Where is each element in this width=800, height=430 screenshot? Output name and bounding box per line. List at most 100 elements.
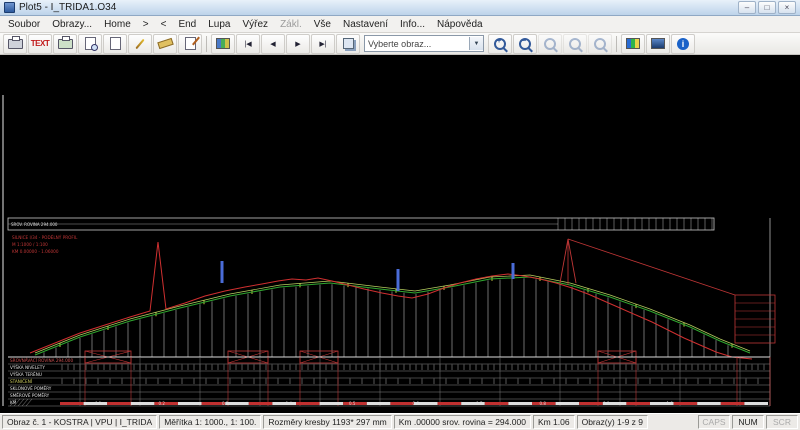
printer-icon: [8, 39, 23, 49]
zoom-window-button[interactable]: [538, 34, 562, 54]
svg-text:0.6: 0.6: [413, 401, 420, 406]
zoom-prev-button[interactable]: [563, 34, 587, 54]
zoom-in-button[interactable]: +: [488, 34, 512, 54]
menu-item-vez[interactable]: Výřez: [237, 18, 275, 31]
toolbar-separator: [616, 36, 617, 52]
chevron-down-icon[interactable]: ▼: [469, 37, 483, 50]
svg-text:VÝŠKA TERÉNU: VÝŠKA TERÉNU: [10, 372, 42, 377]
menu-item-ve[interactable]: Vše: [308, 18, 337, 31]
monitor-icon: [651, 38, 665, 49]
svg-text:VÝŠKA NIVELETY: VÝŠKA NIVELETY: [10, 365, 45, 370]
status-key-caps: CAPS: [698, 415, 730, 429]
svg-text:0.1: 0.1: [95, 401, 102, 406]
combo-value: Vyberte obraz...: [365, 39, 469, 49]
app-icon: [4, 2, 15, 13]
preview-button[interactable]: [78, 34, 102, 54]
maximize-button[interactable]: □: [758, 1, 776, 14]
svg-text:0.4: 0.4: [286, 401, 293, 406]
colors-button[interactable]: [621, 34, 645, 54]
drawing-canvas[interactable]: SROV. ROVINA 294.000SILNICE I/34 - PODÉL…: [0, 55, 800, 413]
svg-text:STANIČENÍ: STANIČENÍ: [10, 379, 33, 384]
app-window: { "window": { "title": "Plot5 - I_TRIDA1…: [0, 0, 800, 426]
magnifier-icon: [569, 38, 581, 50]
pen-button[interactable]: [128, 34, 152, 54]
menu-item-lupa[interactable]: Lupa: [202, 18, 236, 31]
text-button[interactable]: TEXT: [28, 34, 52, 54]
svg-text:SMĚROVÉ POMĚRY: SMĚROVÉ POMĚRY: [10, 393, 50, 398]
status-panel-3: Rozměry kresby 1193* 297 mm: [263, 415, 391, 429]
svg-text:0.2: 0.2: [159, 401, 166, 406]
print-preview-icon: [85, 37, 96, 50]
status-key-scr: SCR: [766, 415, 798, 429]
frames-button[interactable]: [336, 34, 360, 54]
frames-icon: [343, 38, 354, 49]
ruler-icon: [157, 38, 173, 49]
menu-item-npovda[interactable]: Nápověda: [431, 18, 489, 31]
info-icon: i: [677, 38, 689, 50]
image-select-combo[interactable]: Vyberte obraz...▼: [364, 35, 484, 52]
magnifier-icon: −: [519, 38, 531, 50]
svg-text:1.0: 1.0: [667, 401, 674, 406]
close-button[interactable]: ×: [778, 1, 796, 14]
magnifier-icon: [544, 38, 556, 50]
next-image-button-icon: ▶: [295, 40, 300, 48]
status-panel-1: Obraz č. 1 - KOSTRA | VPU | I_TRIDA: [2, 415, 157, 429]
svg-text:0.8: 0.8: [540, 401, 547, 406]
last-image-button-icon: ▶|: [319, 40, 326, 48]
status-panel-4: Km .00000 srov. rovina = 294.000: [394, 415, 531, 429]
dimension-icon: [185, 37, 196, 50]
screen-setup-button[interactable]: [211, 34, 235, 54]
prev-image-button-icon: ◀: [270, 40, 275, 48]
svg-text:SROVNÁVACÍ ROVINA 294.000: SROVNÁVACÍ ROVINA 294.000: [10, 358, 73, 363]
dimension-button[interactable]: [178, 34, 202, 54]
first-image-button-icon: |◀: [244, 40, 251, 48]
menu-item-nav3[interactable]: >: [137, 18, 155, 31]
magnifier-icon: +: [494, 38, 506, 50]
info-button[interactable]: i: [671, 34, 695, 54]
status-panel-2: Měřítka 1: 1000., 1: 100.: [159, 415, 261, 429]
menu-item-home[interactable]: Home: [98, 18, 137, 31]
profile-drawing: SROV. ROVINA 294.000SILNICE I/34 - PODÉL…: [0, 55, 800, 413]
page-icon: [110, 37, 121, 50]
text-icon: TEXT: [31, 39, 49, 48]
zoom-all-button[interactable]: [588, 34, 612, 54]
menu-item-zkl[interactable]: Zákl.: [274, 18, 308, 31]
screen-icon: [216, 38, 230, 49]
magnifier-icon: [594, 38, 606, 50]
window-controls: –□×: [738, 1, 796, 14]
menu-item-info[interactable]: Info...: [394, 18, 431, 31]
menu-item-nastaven[interactable]: Nastavení: [337, 18, 394, 31]
last-image-button[interactable]: ▶|: [311, 34, 335, 54]
menu-item-soubor[interactable]: Soubor: [2, 18, 46, 31]
monitor-button[interactable]: [646, 34, 670, 54]
menu-item-nav4[interactable]: <: [155, 18, 173, 31]
zoom-out-button[interactable]: −: [513, 34, 537, 54]
svg-text:0.3: 0.3: [222, 401, 229, 406]
print-button[interactable]: [3, 34, 27, 54]
plot-button[interactable]: [53, 34, 77, 54]
window-title: Plot5 - I_TRIDA1.O34: [19, 2, 734, 13]
svg-text:M 1:1000 / 1:100: M 1:1000 / 1:100: [12, 242, 48, 247]
next-image-button[interactable]: ▶: [286, 34, 310, 54]
first-image-button[interactable]: |◀: [236, 34, 260, 54]
new-page-button[interactable]: [103, 34, 127, 54]
svg-text:0.5: 0.5: [349, 401, 356, 406]
svg-text:KM 0.00000 - 1.06000: KM 0.00000 - 1.06000: [12, 249, 59, 254]
title-bar[interactable]: Plot5 - I_TRIDA1.O34 –□×: [0, 0, 800, 16]
toolbar: TEXT |◀ ◀ ▶ ▶| Vyberte obraz...▼ + − i: [0, 33, 800, 55]
colors-icon: [626, 38, 640, 49]
prev-image-button[interactable]: ◀: [261, 34, 285, 54]
menu-bar: SouborObrazy...Home><EndLupaVýřezZákl.Vš…: [0, 16, 800, 33]
status-key-num: NUM: [732, 415, 764, 429]
status-panel-5: Km 1.06: [533, 415, 575, 429]
svg-text:SILNICE I/34 - PODÉLNÝ PROFIL: SILNICE I/34 - PODÉLNÝ PROFIL: [12, 235, 78, 240]
minimize-button[interactable]: –: [738, 1, 756, 14]
status-panel-6: Obraz(y) 1-9 z 9: [577, 415, 648, 429]
status-bar: Obraz č. 1 - KOSTRA | VPU | I_TRIDAMěřít…: [0, 413, 800, 430]
ruler-button[interactable]: [153, 34, 177, 54]
svg-text:0.9: 0.9: [603, 401, 610, 406]
menu-item-end[interactable]: End: [172, 18, 202, 31]
toolbar-separator: [206, 36, 207, 52]
plotter-icon: [58, 39, 73, 49]
menu-item-obrazy[interactable]: Obrazy...: [46, 18, 98, 31]
